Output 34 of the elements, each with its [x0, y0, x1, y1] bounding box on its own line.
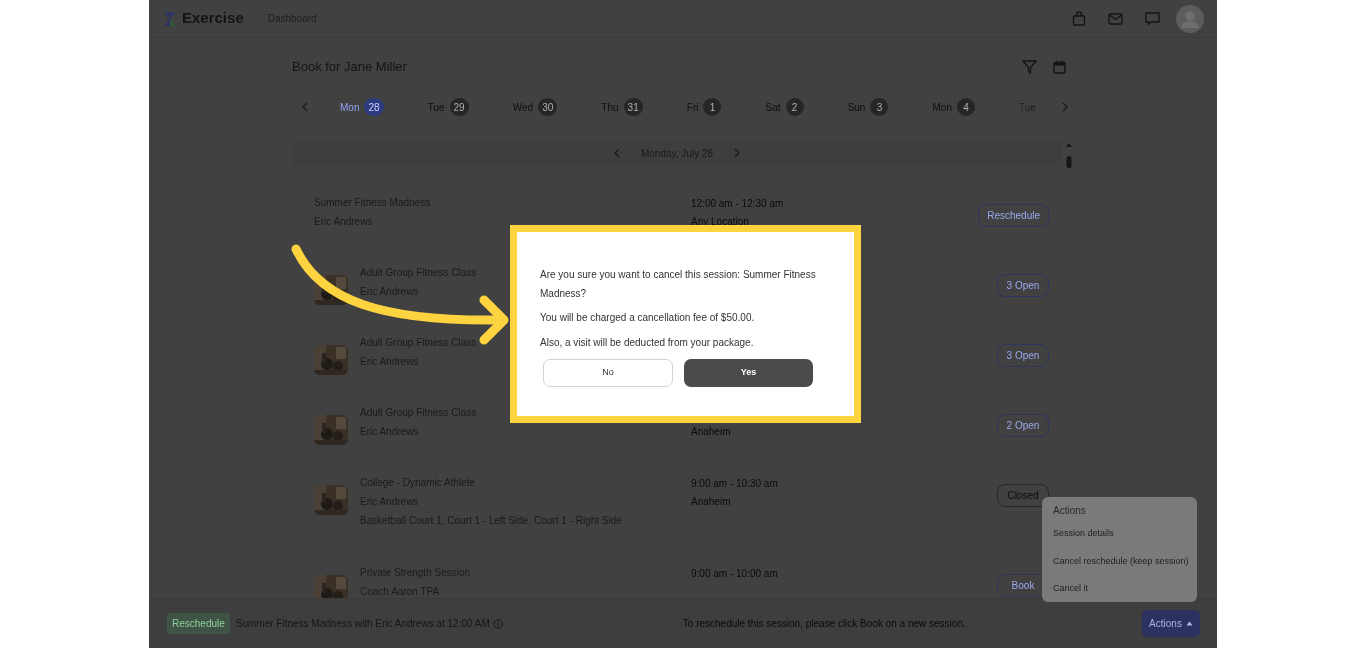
dialog-fee-text: You will be charged a cancellation fee of $50.00. [540, 311, 756, 325]
logo-icon [162, 10, 178, 27]
shopping-bag-icon[interactable] [1072, 11, 1086, 26]
session-action-button[interactable]: 2 Open [997, 414, 1049, 437]
yes-button[interactable]: Yes [684, 359, 813, 387]
filter-icon[interactable] [1022, 60, 1037, 74]
dialog-question: Are you sure you want to cancel this session: Summer Fitness Madness? [540, 268, 817, 301]
day-tab[interactable]: Mon 28 [340, 98, 384, 116]
avatar-icon[interactable] [1176, 4, 1204, 33]
dialog-visit-text: Also, a visit will be deducted from your package. [540, 336, 755, 350]
session-action-button[interactable]: 3 Open [997, 274, 1049, 297]
mail-icon[interactable] [1108, 12, 1123, 25]
menu-item[interactable]: Cancel it [1053, 582, 1186, 596]
session-location: Anaheim [691, 495, 732, 509]
session-action-button[interactable]: Reschedule [978, 204, 1049, 227]
status-tag: Reschedule [167, 613, 230, 634]
chevron-right-icon [733, 148, 742, 158]
chat-icon[interactable] [1145, 11, 1160, 26]
no-button[interactable]: No [543, 359, 673, 387]
caret-icon [1185, 621, 1193, 626]
session-action-button[interactable]: 3 Open [997, 344, 1049, 367]
menu-header: Actions [1053, 504, 1087, 518]
session-location: Anaheim [691, 425, 732, 439]
calendar-icon[interactable] [1053, 60, 1066, 74]
chevron-right-icon [1061, 102, 1069, 112]
chevron-left-icon [301, 102, 309, 112]
actions-button[interactable]: Actions [1142, 610, 1200, 637]
scrollbar[interactable] [1065, 141, 1073, 169]
next-day-button[interactable] [733, 148, 742, 158]
previous-day-button[interactable] [612, 148, 621, 158]
menu-item[interactable]: Session details [1053, 527, 1186, 541]
chevron-left-icon [612, 148, 621, 158]
info-icon[interactable] [492, 618, 503, 629]
menu-item[interactable]: Cancel reschedule (keep session) [1053, 554, 1186, 568]
